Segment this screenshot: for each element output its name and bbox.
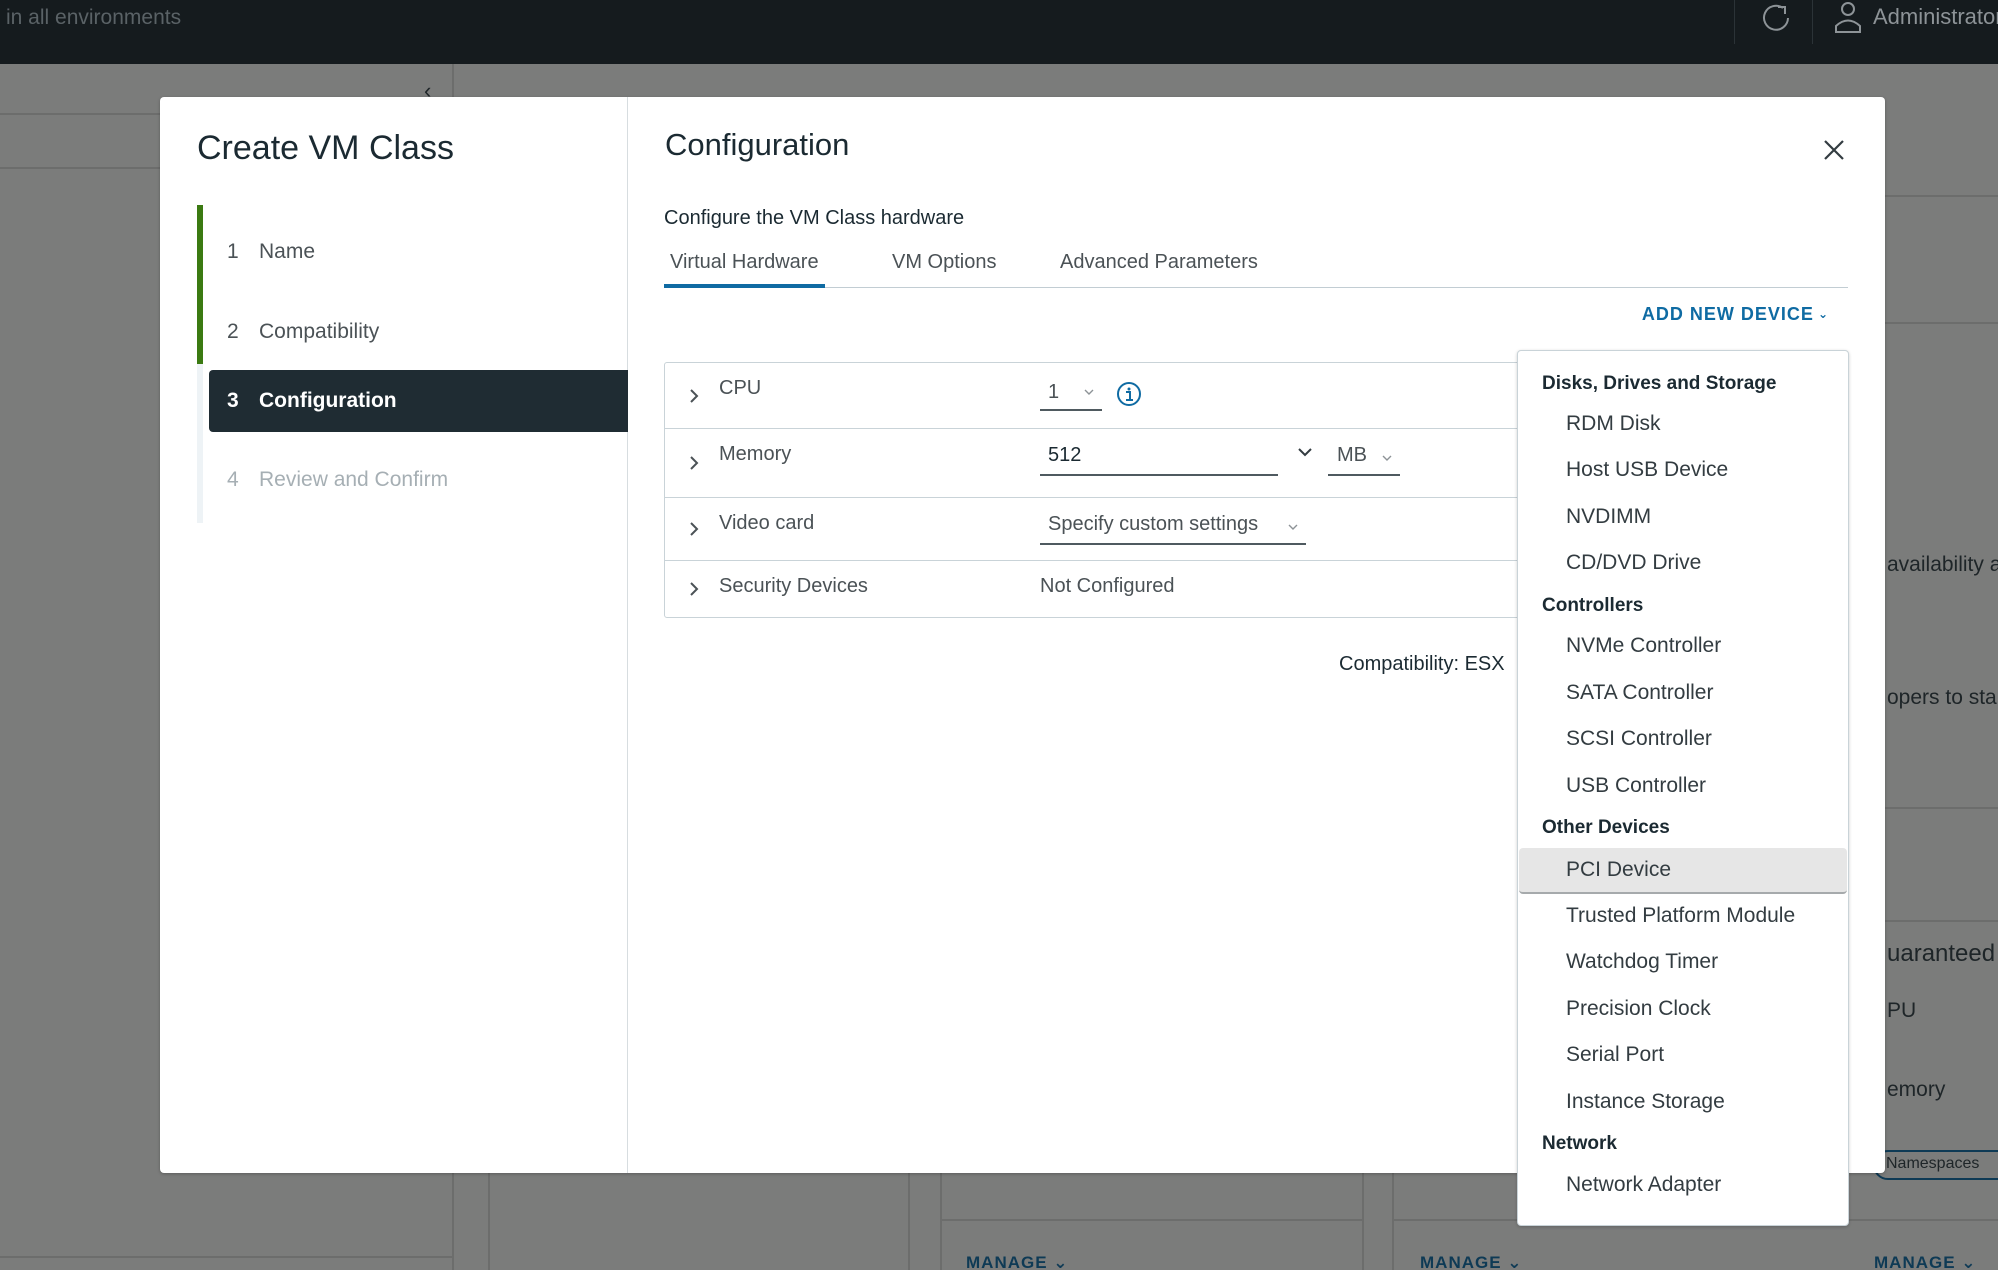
config-tabs: Virtual Hardware VM Options Advanced Par… [664,247,1848,288]
bg-divider [1885,807,1998,809]
video-card-value: Specify custom settings [1048,513,1259,535]
chevron-down-icon [1084,389,1094,395]
chevron-right-icon[interactable] [687,387,701,405]
menu-item-network-adapter[interactable]: Network Adapter [1519,1163,1847,1207]
step-label: Review and Confirm [259,468,449,491]
manage-button[interactable]: MANAGE ⌄ [1420,1253,1523,1270]
bg-divider [1849,1219,1998,1221]
bg-card-text: PU [1887,999,1917,1022]
bg-divider [940,1173,942,1270]
bg-divider [488,1173,490,1270]
chevron-right-icon[interactable] [687,520,701,538]
bg-card-text: emory [1887,1078,1946,1101]
wizard-nav: Create VM Class 1 Name 2 Compatibility 3… [160,97,628,1173]
memory-unit-select[interactable]: MB [1328,444,1400,476]
menu-group-header: Controllers [1542,595,1644,616]
compatibility-label: Compatibility: ESX [1339,653,1505,675]
user-icon[interactable] [1832,0,1864,34]
menu-item-pci-device[interactable]: PCI Device [1519,848,1847,894]
tab-advanced-parameters[interactable]: Advanced Parameters [1054,247,1264,288]
global-search-hint[interactable]: in all environments [6,6,181,30]
step-review-and-confirm: 4 Review and Confirm [209,449,628,511]
bg-divider [1362,1173,1364,1270]
chevron-down-icon [1382,455,1392,461]
bg-divider [942,1219,1362,1221]
menu-item-trusted-platform-module[interactable]: Trusted Platform Module [1519,894,1847,938]
section-subtitle: Configure the VM Class hardware [664,207,965,229]
hardware-label: Memory [719,443,792,465]
header-divider [1734,0,1735,44]
refresh-icon[interactable] [1758,0,1794,36]
step-number: 2 [227,320,239,343]
menu-item-host-usb-device[interactable]: Host USB Device [1519,448,1847,492]
memory-size-value: 512 [1048,444,1082,466]
step-name[interactable]: 1 Name [209,221,628,283]
add-new-device-button[interactable]: ADD NEW DEVICE ⌄ [1642,304,1829,325]
namespaces-label: Namespaces [1886,1155,1980,1172]
bg-card-text: availability a [1887,553,1998,576]
wizard-title: Create VM Class [197,129,454,167]
step-compatibility[interactable]: 2 Compatibility [209,301,628,363]
add-device-dropdown-menu: Disks, Drives and Storage RDM Disk Host … [1517,350,1849,1226]
menu-item-scsi-controller[interactable]: SCSI Controller [1519,717,1847,761]
chevron-down-icon [1288,524,1298,530]
bg-divider [0,1256,452,1258]
menu-item-precision-clock[interactable]: Precision Clock [1519,987,1847,1031]
menu-item-nvdimm[interactable]: NVDIMM [1519,495,1847,539]
cpu-count-value: 1 [1048,381,1060,403]
bg-divider [908,1173,910,1270]
bg-divider [1885,195,1998,197]
chevron-right-icon[interactable] [687,454,701,472]
step-label: Compatibility [259,320,380,343]
menu-group-header: Other Devices [1542,817,1670,838]
memory-unit-value: MB [1337,444,1367,466]
bg-divider [1394,1219,1518,1221]
bg-card-text: opers to sta [1887,686,1997,709]
step-number: 4 [227,468,239,491]
hardware-label: Video card [719,512,815,534]
bg-divider [1885,322,1998,324]
menu-item-serial-port[interactable]: Serial Port [1519,1033,1847,1077]
tab-vm-options[interactable]: VM Options [886,247,1002,288]
menu-item-instance-storage[interactable]: Instance Storage [1519,1080,1847,1124]
menu-item-sata-controller[interactable]: SATA Controller [1519,671,1847,715]
step-label: Name [259,240,316,263]
cpu-count-select[interactable]: 1 [1040,381,1102,411]
header-divider [1812,0,1813,44]
info-icon[interactable] [1116,381,1142,407]
bg-divider [1392,1173,1394,1270]
top-header-bar: in all environments Administrator [0,0,1998,64]
manage-button[interactable]: MANAGE ⌄ [1874,1253,1977,1270]
page-title: Configuration [665,127,850,162]
step-progress-track [197,205,203,523]
menu-item-usb-controller[interactable]: USB Controller [1519,764,1847,808]
chevron-right-icon[interactable] [687,580,701,598]
step-number: 1 [227,240,239,263]
hardware-label: Security Devices [719,575,868,597]
chevron-down-icon[interactable] [1296,443,1314,461]
hardware-label: CPU [719,377,762,399]
add-new-device-label: ADD NEW DEVICE [1641,304,1814,324]
manage-button[interactable]: MANAGE ⌄ [966,1253,1069,1270]
video-card-select[interactable]: Specify custom settings [1040,513,1306,545]
step-label: Configuration [259,389,397,412]
security-devices-value: Not Configured [1040,575,1175,597]
menu-item-cd-dvd-drive[interactable]: CD/DVD Drive [1519,541,1847,585]
step-number: 3 [227,389,239,412]
step-configuration[interactable]: 3 Configuration [209,370,628,432]
memory-size-input[interactable]: 512 [1040,444,1278,476]
menu-item-watchdog-timer[interactable]: Watchdog Timer [1519,940,1847,984]
bg-card-heading: uaranteed [1887,940,1996,967]
tab-virtual-hardware[interactable]: Virtual Hardware [664,247,825,288]
menu-item-rdm-disk[interactable]: RDM Disk [1519,402,1847,446]
chevron-down-icon: ⌄ [1817,307,1829,321]
menu-group-header: Disks, Drives and Storage [1542,373,1777,394]
menu-group-header: Network [1542,1133,1617,1154]
close-icon[interactable] [1821,137,1847,163]
step-progress-done [197,205,203,364]
user-menu[interactable]: Administrator [1873,4,1998,30]
menu-item-nvme-controller[interactable]: NVMe Controller [1519,624,1847,668]
